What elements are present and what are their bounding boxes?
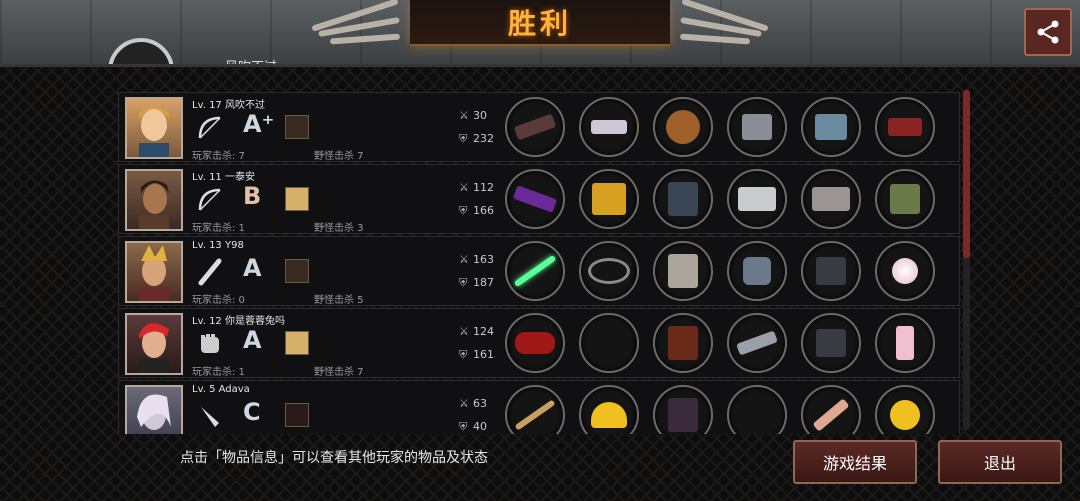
item-slot[interactable] bbox=[727, 313, 787, 373]
crossed-swords-icon: ⚔ bbox=[459, 325, 469, 338]
right-wing-ornament bbox=[670, 0, 780, 55]
defense-stat: ⛨ 166 bbox=[459, 204, 494, 217]
item-slot[interactable] bbox=[875, 97, 935, 157]
item-slot[interactable] bbox=[653, 241, 713, 301]
monster-kills: 野怪击杀 3 bbox=[314, 223, 364, 234]
crossed-swords-icon: ⚔ bbox=[459, 397, 469, 410]
defense-stat: ⛨ 161 bbox=[459, 348, 494, 361]
player-list[interactable]: Lv. 17 风吹不过 A⁺ 玩家击杀: 7 野怪击杀 7 ⚔ 30 ⛨ 232 L… bbox=[118, 88, 960, 434]
monster-kills: 野怪击杀 5 bbox=[314, 295, 364, 306]
hint-text: 点击「物品信息」可以查看其他玩家的物品及状态 bbox=[180, 450, 488, 466]
player-level-name: Lv. 5 Adava bbox=[192, 384, 250, 395]
item-slot[interactable] bbox=[505, 97, 565, 157]
item-slot[interactable] bbox=[505, 313, 565, 373]
bow-icon bbox=[198, 116, 221, 139]
defense-stat: ⛨ 40 bbox=[459, 420, 487, 433]
left-wing-ornament bbox=[300, 0, 410, 55]
player-portrait bbox=[125, 385, 183, 434]
grade-label: A bbox=[243, 326, 262, 354]
item-slot[interactable] bbox=[579, 313, 639, 373]
player-kills: 玩家击杀: 7 bbox=[192, 151, 245, 162]
share-icon bbox=[1037, 20, 1059, 44]
player-portrait bbox=[125, 97, 183, 159]
item-slot[interactable] bbox=[875, 241, 935, 301]
player-portrait bbox=[125, 169, 183, 231]
item-slot[interactable] bbox=[727, 97, 787, 157]
defense-stat: ⛨ 187 bbox=[459, 276, 494, 289]
item-slot[interactable] bbox=[801, 241, 861, 301]
item-slot[interactable] bbox=[579, 97, 639, 157]
item-slot[interactable] bbox=[801, 385, 861, 434]
skill-icon bbox=[285, 331, 309, 355]
item-slot[interactable] bbox=[579, 385, 639, 434]
item-slot[interactable] bbox=[801, 97, 861, 157]
item-slot[interactable] bbox=[505, 169, 565, 229]
item-slot[interactable] bbox=[801, 169, 861, 229]
share-button[interactable] bbox=[1024, 8, 1072, 56]
item-slot[interactable] bbox=[505, 241, 565, 301]
item-slot[interactable] bbox=[653, 97, 713, 157]
attack-stat: ⚔ 112 bbox=[459, 181, 494, 194]
player-kills: 玩家击杀: 1 bbox=[192, 367, 245, 378]
item-slot[interactable] bbox=[875, 313, 935, 373]
item-slot[interactable] bbox=[579, 169, 639, 229]
skill-icon bbox=[285, 187, 309, 211]
player-row[interactable]: Lv. 17 风吹不过 A⁺ 玩家击杀: 7 野怪击杀 7 ⚔ 30 ⛨ 232 bbox=[118, 92, 960, 162]
item-slot[interactable] bbox=[875, 169, 935, 229]
item-slot[interactable] bbox=[653, 313, 713, 373]
player-portrait bbox=[125, 241, 183, 303]
item-slot[interactable] bbox=[579, 241, 639, 301]
item-slot[interactable] bbox=[801, 313, 861, 373]
player-kills: 玩家击杀: 0 bbox=[192, 295, 245, 306]
item-slot[interactable] bbox=[875, 385, 935, 434]
player-level-name: Lv. 17 风吹不过 bbox=[192, 100, 265, 111]
exit-button[interactable]: 退出 bbox=[938, 440, 1062, 484]
defense-stat: ⛨ 232 bbox=[459, 132, 494, 145]
crossed-swords-icon: ⚔ bbox=[459, 109, 469, 122]
monster-kills: 野怪击杀 7 bbox=[314, 151, 364, 162]
grade-label: B bbox=[243, 182, 262, 210]
item-slot[interactable] bbox=[653, 385, 713, 434]
crossed-swords-icon: ⚔ bbox=[459, 181, 469, 194]
shield-icon: ⛨ bbox=[459, 420, 468, 433]
game-results-button[interactable]: 游戏结果 bbox=[793, 440, 917, 484]
shield-icon: ⛨ bbox=[459, 132, 468, 145]
shield-icon: ⛨ bbox=[459, 348, 468, 361]
crossed-swords-icon: ⚔ bbox=[459, 253, 469, 266]
bow-icon bbox=[198, 188, 221, 211]
grade-label: A bbox=[243, 254, 262, 282]
attack-stat: ⚔ 163 bbox=[459, 253, 494, 266]
bat-icon bbox=[198, 258, 222, 286]
attack-stat: ⚔ 63 bbox=[459, 397, 487, 410]
item-slot[interactable] bbox=[727, 241, 787, 301]
item-slot[interactable] bbox=[505, 385, 565, 434]
attack-stat: ⚔ 30 bbox=[459, 109, 487, 122]
player-row[interactable]: Lv. 12 你是蓉蓉兔吗 A 玩家击杀: 1 野怪击杀 7 ⚔ 124 ⛨ 161 bbox=[118, 308, 960, 378]
skill-icon bbox=[285, 259, 309, 283]
player-row[interactable]: Lv. 5 Adava C ⚔ 63 ⛨ 40 bbox=[118, 380, 960, 434]
player-portrait bbox=[125, 313, 183, 375]
player-row[interactable]: Lv. 11 一泰安 B 玩家击杀: 1 野怪击杀 3 ⚔ 112 ⛨ 166 bbox=[118, 164, 960, 234]
skill-icon bbox=[285, 403, 309, 427]
attack-stat: ⚔ 124 bbox=[459, 325, 494, 338]
grade-label: C bbox=[243, 398, 261, 426]
monster-kills: 野怪击杀 7 bbox=[314, 367, 364, 378]
skill-icon bbox=[285, 115, 309, 139]
player-level-name: Lv. 12 你是蓉蓉兔吗 bbox=[192, 316, 285, 327]
player-kills: 玩家击杀: 1 bbox=[192, 223, 245, 234]
player-row[interactable]: Lv. 13 Y98 A 玩家击杀: 0 野怪击杀 5 ⚔ 163 ⛨ 187 bbox=[118, 236, 960, 306]
scrollbar-thumb[interactable] bbox=[963, 90, 970, 258]
glove-icon bbox=[201, 334, 219, 353]
player-level-name: Lv. 11 一泰安 bbox=[192, 172, 255, 183]
title-banner: 胜利 bbox=[410, 0, 670, 46]
item-slot[interactable] bbox=[727, 169, 787, 229]
victory-title: 胜利 bbox=[507, 7, 572, 40]
item-slot[interactable] bbox=[653, 169, 713, 229]
shield-icon: ⛨ bbox=[459, 276, 468, 289]
shield-icon: ⛨ bbox=[459, 204, 468, 217]
item-slot[interactable] bbox=[727, 385, 787, 434]
knife-icon bbox=[201, 407, 219, 427]
player-level-name: Lv. 13 Y98 bbox=[192, 240, 244, 251]
grade-label: A⁺ bbox=[243, 110, 275, 138]
